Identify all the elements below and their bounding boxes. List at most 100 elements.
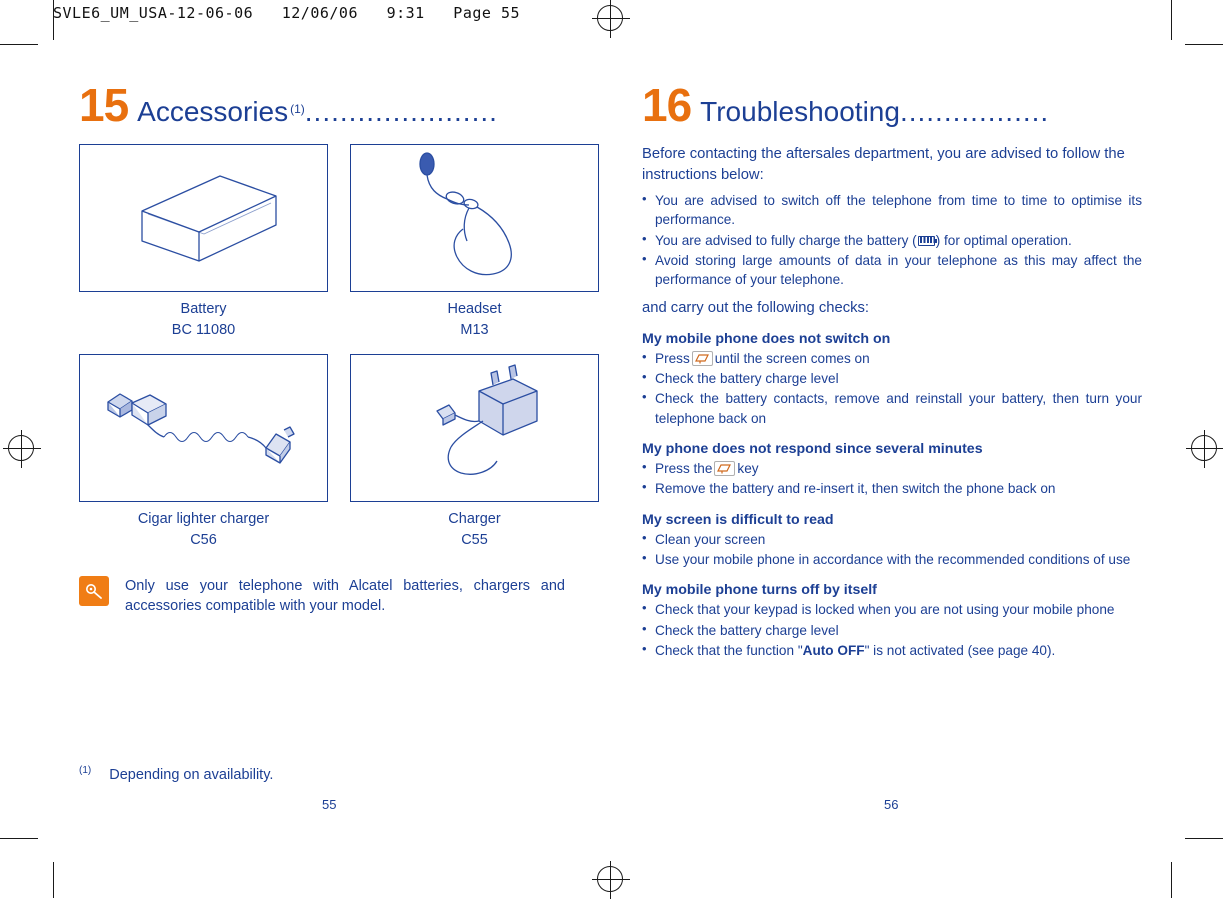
footnote-marker: (1) bbox=[79, 765, 92, 776]
accessories-row: Cigar lighter charger C56 Charger C55 bbox=[79, 354, 604, 550]
right-page-column: 16 Troubleshooting ................. Bef… bbox=[642, 82, 1142, 673]
bullet-text: Remove the battery and re-insert it, the… bbox=[655, 481, 1056, 497]
hangup-key-glyph-icon bbox=[717, 464, 732, 474]
bullet-text-after: key bbox=[737, 461, 759, 477]
registration-mark-left bbox=[3, 430, 41, 468]
bullet-text: You are advised to fully charge the batt… bbox=[655, 232, 917, 248]
accessory-model: M13 bbox=[460, 321, 489, 338]
accessories-grid: Battery BC 11080 Headset M13 Cigar light… bbox=[79, 144, 604, 550]
accessory-model: C55 bbox=[461, 531, 488, 548]
charger-illustration bbox=[436, 364, 538, 476]
accessory-name: Charger bbox=[448, 511, 501, 528]
chapter-number: 16 bbox=[642, 79, 692, 131]
troubleshooting-section: My mobile phone does not switch on Press… bbox=[642, 331, 1142, 428]
accessory-image-box bbox=[350, 354, 599, 503]
accessory-item-headset: Headset M13 bbox=[350, 144, 599, 340]
accessory-model: C56 bbox=[190, 531, 217, 548]
list-item: Check the battery charge level bbox=[642, 620, 1142, 640]
list-item: Use your mobile phone in accordance with… bbox=[642, 549, 1142, 569]
accessory-caption: Cigar lighter charger C56 bbox=[79, 509, 328, 550]
left-page-column: 15 Accessories (1) .....................… bbox=[79, 82, 604, 616]
accessory-caption: Charger C55 bbox=[350, 509, 599, 550]
troubleshooting-section: My mobile phone turns off by itself Chec… bbox=[642, 582, 1142, 660]
crop-line-left-bottom bbox=[53, 862, 54, 898]
list-item: Press until the screen comes on bbox=[642, 348, 1142, 368]
bullet-text-after: until the screen comes on bbox=[714, 350, 870, 366]
section-bullet-list: Clean your screen Use your mobile phone … bbox=[642, 529, 1142, 570]
page-number-left: 55 bbox=[322, 797, 337, 812]
accessory-item-charger: Charger C55 bbox=[350, 354, 599, 550]
footnote: (1) Depending on availability. bbox=[79, 765, 273, 783]
accessories-row: Battery BC 11080 Headset M13 bbox=[79, 144, 604, 340]
document-page: SVLE6_UM_USA-12-06-06 12/06/06 9:31 Page… bbox=[0, 0, 1223, 899]
power-key-icon bbox=[714, 461, 736, 477]
crop-line-right-top bbox=[1171, 0, 1172, 40]
section-heading: My screen is difficult to read bbox=[642, 511, 834, 528]
list-item: Check that the function "Auto OFF" is no… bbox=[642, 640, 1142, 660]
page-number-right: 56 bbox=[884, 797, 899, 812]
hangup-key-glyph-icon bbox=[694, 354, 709, 364]
note-glyph-icon bbox=[86, 584, 102, 600]
list-item: You are advised to fully charge the batt… bbox=[642, 229, 1142, 250]
accessory-name: Headset bbox=[447, 301, 502, 317]
power-key-icon bbox=[691, 350, 713, 366]
section-bullet-list: Check that your keypad is locked when yo… bbox=[642, 599, 1142, 660]
accessory-image-box bbox=[350, 144, 599, 292]
bullet-text: Check that your keypad is locked when yo… bbox=[655, 602, 1115, 618]
accessory-caption: Headset M13 bbox=[350, 299, 599, 340]
troubleshooting-section: My phone does not respond since several … bbox=[642, 441, 1142, 499]
troubleshooting-intro: Before contacting the aftersales departm… bbox=[642, 146, 1125, 184]
bullet-text: Clean your screen bbox=[655, 531, 766, 547]
bullet-text: You are advised to switch off the teleph… bbox=[655, 192, 1142, 228]
cigar-lighter-charger-illustration bbox=[107, 393, 295, 464]
accessory-image-box bbox=[79, 144, 328, 292]
bullet-text: Check the battery charge level bbox=[655, 371, 839, 387]
bullet-text: Avoid storing large amounts of data in y… bbox=[655, 252, 1142, 288]
chapter-heading-accessories: 15 Accessories (1) .....................… bbox=[79, 82, 604, 128]
crop-line-top-right bbox=[1185, 44, 1223, 45]
bullet-text: Check that the function " bbox=[655, 642, 803, 658]
crop-line-top-left bbox=[0, 44, 38, 45]
note-callout: Only use your telephone with Alcatel bat… bbox=[79, 576, 604, 616]
battery-icon bbox=[917, 235, 937, 246]
accessory-image-box bbox=[79, 354, 328, 503]
info-note-icon bbox=[79, 576, 109, 607]
intro-bullet-list: You are advised to switch off the teleph… bbox=[642, 190, 1142, 290]
crop-line-right-bottom bbox=[1171, 862, 1172, 898]
accessory-item-cigar-lighter-charger: Cigar lighter charger C56 bbox=[79, 354, 328, 550]
list-item: Check the battery charge level bbox=[642, 368, 1142, 388]
bullet-bold-term: Auto OFF bbox=[802, 642, 865, 658]
bullet-text: Use your mobile phone in accordance with… bbox=[655, 551, 1131, 567]
battery-illustration bbox=[141, 175, 277, 262]
chapter-heading-troubleshooting: 16 Troubleshooting ................. bbox=[642, 82, 1142, 128]
troubleshooting-section: My screen is difficult to read Clean you… bbox=[642, 512, 1142, 570]
section-bullet-list: Press until the screen comes on Check th… bbox=[642, 348, 1142, 428]
chapter-title: Accessories bbox=[137, 96, 289, 127]
registration-mark-right bbox=[1186, 430, 1223, 468]
note-text: Only use your telephone with Alcatel bat… bbox=[125, 578, 565, 615]
section-heading: My mobile phone does not switch on bbox=[642, 330, 891, 347]
list-item: Press the key bbox=[642, 458, 1142, 478]
section-heading: My phone does not respond since several … bbox=[642, 441, 983, 458]
chapter-number: 15 bbox=[79, 79, 129, 131]
list-item: Check the battery contacts, remove and r… bbox=[642, 388, 1142, 428]
bullet-text: Check the battery contacts, remove and r… bbox=[655, 391, 1142, 426]
checks-intro-line: and carry out the following checks: bbox=[642, 300, 870, 317]
accessory-name: Cigar lighter charger bbox=[137, 511, 270, 528]
chapter-footnote-marker: (1) bbox=[290, 102, 305, 116]
crop-line-bottom-right bbox=[1185, 838, 1223, 839]
chapter-title: Troubleshooting bbox=[700, 96, 900, 127]
section-bullet-list: Press the key Remove the battery and re-… bbox=[642, 458, 1142, 499]
accessory-caption: Battery BC 11080 bbox=[79, 299, 328, 340]
print-slug: SVLE6_UM_USA-12-06-06 12/06/06 9:31 Page… bbox=[53, 4, 521, 22]
registration-mark-top bbox=[592, 0, 630, 38]
crop-line-bottom-left bbox=[0, 838, 38, 839]
accessory-model: BC 11080 bbox=[171, 321, 236, 338]
headset-illustration bbox=[419, 152, 512, 276]
section-heading: My mobile phone turns off by itself bbox=[642, 582, 877, 599]
list-item: Remove the battery and re-insert it, the… bbox=[642, 478, 1142, 498]
list-item: Avoid storing large amounts of data in y… bbox=[642, 250, 1142, 290]
list-item: You are advised to switch off the teleph… bbox=[642, 190, 1142, 230]
list-item: Check that your keypad is locked when yo… bbox=[642, 599, 1142, 619]
list-item: Clean your screen bbox=[642, 529, 1142, 549]
